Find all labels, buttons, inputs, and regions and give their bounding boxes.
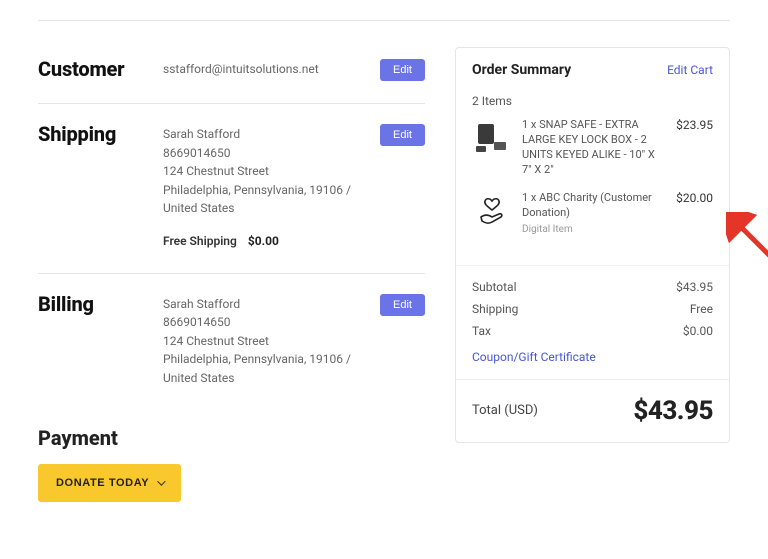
annotation-arrow-icon [726, 212, 768, 268]
billing-phone: 8669014650 [163, 313, 370, 332]
chevron-down-icon [157, 477, 165, 485]
order-item: 1 x ABC Charity (Customer Donation) Digi… [472, 191, 713, 236]
shipping-name: Sarah Stafford [163, 125, 370, 144]
tax-label: Tax [472, 324, 491, 338]
billing-city: Philadelphia, Pennsylvania, 19106 / [163, 350, 370, 369]
product-thumbnail-icon [472, 118, 512, 158]
item-price: $20.00 [676, 191, 713, 236]
shipping-phone: 8669014650 [163, 144, 370, 163]
shipping-city: Philadelphia, Pennsylvania, 19106 / [163, 181, 370, 200]
billing-street: 124 Chestnut Street [163, 332, 370, 351]
shipping-section: Shipping Sarah Stafford 8669014650 124 C… [38, 112, 425, 274]
total-value: $43.95 [633, 396, 713, 426]
edit-cart-link[interactable]: Edit Cart [667, 63, 713, 77]
donate-today-button[interactable]: DONATE TODAY [38, 464, 181, 502]
customer-email: sstafford@intuitsolutions.net [163, 62, 319, 76]
shipping-method-cost: $0.00 [248, 234, 279, 248]
edit-billing-button[interactable]: Edit [380, 294, 425, 316]
payment-heading: Payment [38, 426, 425, 450]
billing-name: Sarah Stafford [163, 295, 370, 314]
donate-label: DONATE TODAY [56, 477, 149, 489]
shipping-street: 124 Chestnut Street [163, 162, 370, 181]
subtotal-label: Subtotal [472, 280, 517, 294]
total-label: Total (USD) [472, 403, 538, 418]
customer-heading: Customer [38, 57, 153, 81]
order-summary: Order Summary Edit Cart 2 Items 1 x SNAP… [455, 47, 730, 443]
shipping-method-label: Free Shipping [163, 234, 237, 248]
item-description: 1 x ABC Charity (Customer Donation) [522, 191, 666, 221]
edit-shipping-button[interactable]: Edit [380, 124, 425, 146]
item-price: $23.95 [676, 118, 713, 177]
payment-section: Payment DONATE TODAY [38, 426, 425, 502]
coupon-link[interactable]: Coupon/Gift Certificate [472, 350, 596, 364]
edit-customer-button[interactable]: Edit [380, 59, 425, 81]
shipping-heading: Shipping [38, 122, 153, 146]
item-subtext: Digital Item [522, 223, 666, 237]
donation-heart-icon [472, 191, 512, 231]
order-summary-heading: Order Summary [472, 62, 571, 78]
order-item: 1 x SNAP SAFE - EXTRA LARGE KEY LOCK BOX… [472, 118, 713, 177]
shipping-value: Free [690, 302, 713, 316]
billing-section: Billing Sarah Stafford 8669014650 124 Ch… [38, 282, 425, 410]
item-count: 2 Items [472, 94, 713, 108]
tax-value: $0.00 [683, 324, 713, 338]
shipping-label: Shipping [472, 302, 518, 316]
customer-section: Customer sstafford@intuitsolutions.net E… [38, 47, 425, 104]
subtotal-value: $43.95 [676, 280, 713, 294]
shipping-country: United States [163, 199, 370, 218]
item-description: 1 x SNAP SAFE - EXTRA LARGE KEY LOCK BOX… [522, 118, 666, 177]
billing-country: United States [163, 369, 370, 388]
billing-heading: Billing [38, 292, 153, 316]
